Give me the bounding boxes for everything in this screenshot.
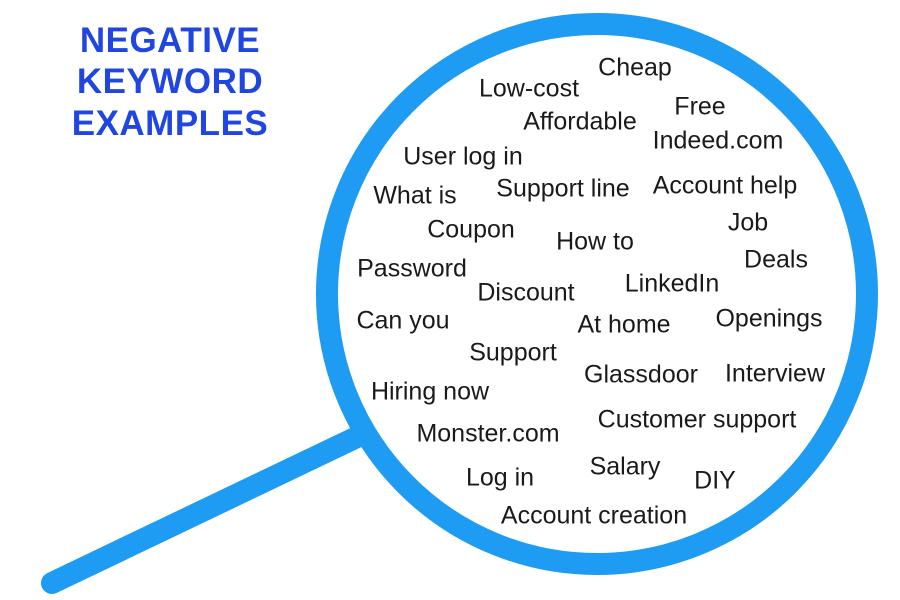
keyword-item: Account help [652, 171, 798, 200]
keyword-item: Glassdoor [584, 360, 698, 389]
keyword-item: Affordable [523, 107, 637, 136]
keyword-item: Customer support [597, 405, 797, 434]
keyword-item: Hiring now [370, 377, 490, 406]
keyword-item: Cheap [598, 53, 672, 82]
keyword-cloud: Cheap Low-cost Free Affordable Indeed.com Use… [0, 0, 900, 600]
keyword-item: DIY [694, 466, 736, 495]
keyword-item: Openings [715, 304, 823, 333]
keyword-item: Can you [356, 306, 450, 335]
keyword-item: Monster.com [416, 419, 560, 448]
keyword-item: Password [357, 254, 467, 283]
keyword-item: How to [556, 227, 634, 256]
keyword-item: Account creation [500, 501, 688, 530]
keyword-item: Support [469, 338, 557, 367]
keyword-item: Interview [724, 359, 826, 388]
keyword-item: At home [577, 310, 671, 339]
keyword-item: Free [674, 92, 726, 121]
keyword-item: Job [727, 208, 769, 237]
keyword-item: LinkedIn [624, 269, 720, 298]
keyword-item: Deals [744, 245, 808, 274]
keyword-item: Discount [477, 278, 575, 307]
keyword-item: User log in [403, 142, 523, 171]
infographic-canvas: Negative Keyword Examples Cheap Low-cost F… [0, 0, 900, 600]
keyword-item: Log in [465, 463, 535, 492]
keyword-item: What is [373, 181, 457, 210]
keyword-item: Salary [589, 452, 661, 481]
keyword-item: Low-cost [478, 74, 580, 103]
keyword-item: Indeed.com [652, 126, 784, 155]
keyword-item: Support line [496, 174, 630, 203]
keyword-item: Coupon [427, 215, 515, 244]
